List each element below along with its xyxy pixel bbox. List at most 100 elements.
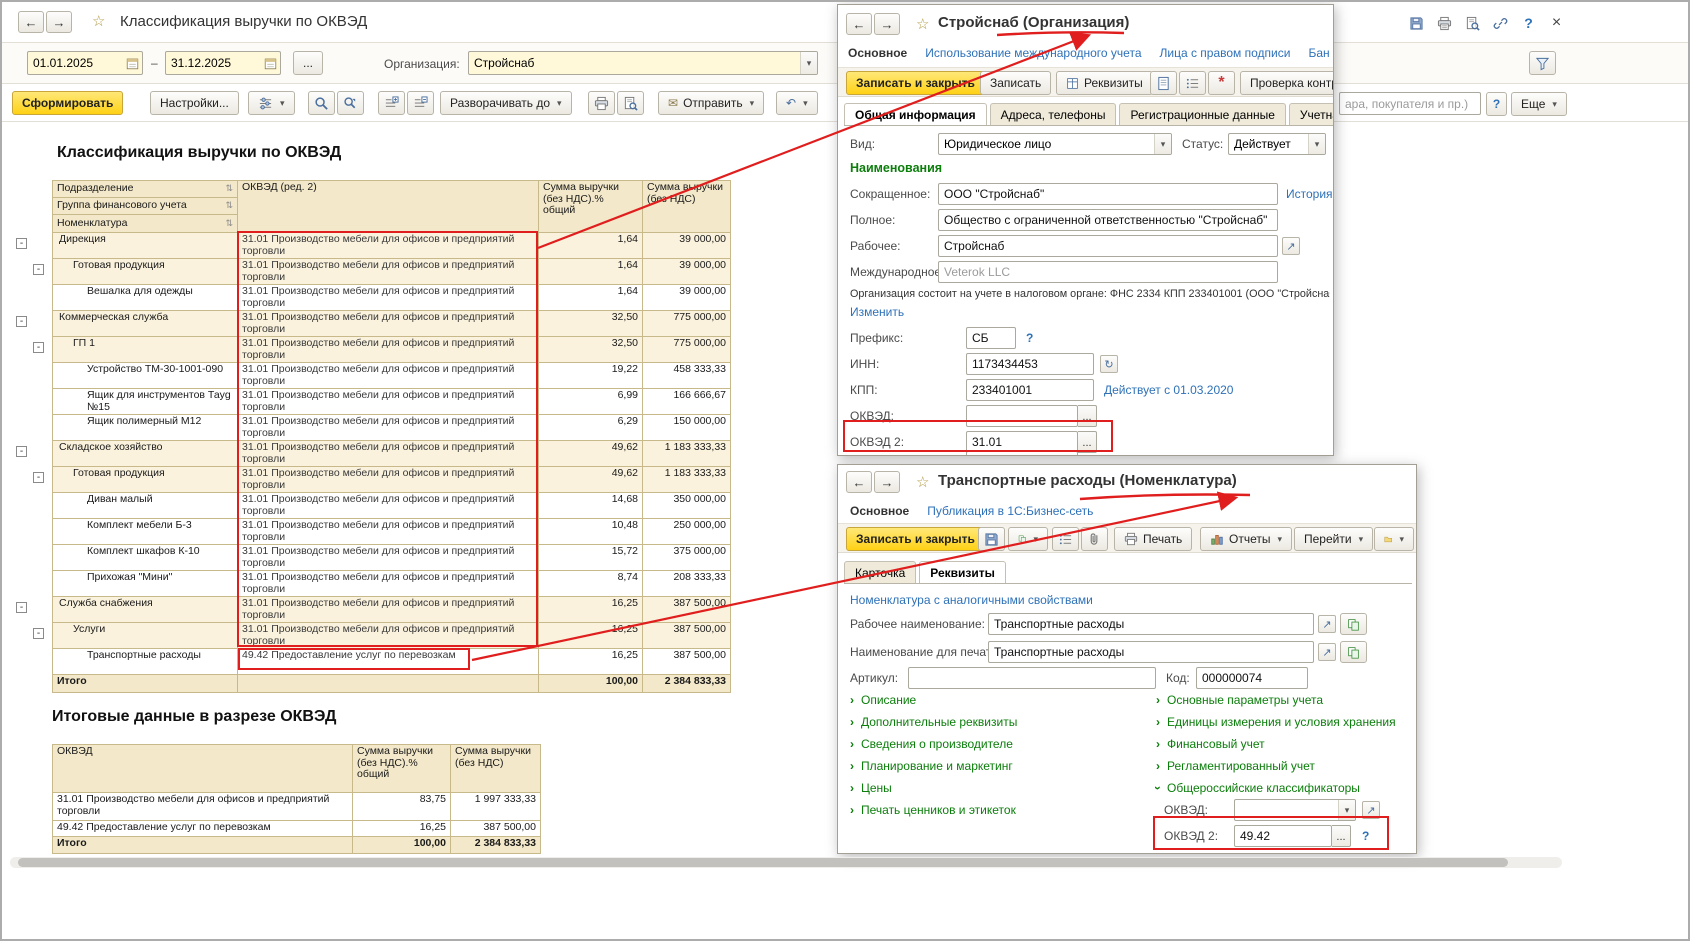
sort-icon[interactable]: ⇅ [225,218,233,230]
nom-tab-0[interactable]: Карточка [844,561,916,583]
nom-section-left-4[interactable]: ›Цены [850,777,1150,799]
org-list-button[interactable] [1179,71,1206,95]
help-button[interactable]: ? [1486,92,1507,116]
search-input[interactable]: ара, покупателя и пр.) [1339,92,1481,115]
nom-section-left-1[interactable]: ›Дополнительные реквизиты [850,711,1150,733]
group-collapse-toggle[interactable]: - [33,628,44,639]
okved2-field[interactable] [966,431,1078,453]
report-row-1[interactable]: Готовая продукция31.01 Производство мебе… [53,259,731,285]
horizontal-scrollbar[interactable] [10,857,1562,868]
org-tab-3[interactable]: Учетная политика и налоги [1289,103,1333,125]
nom-section-right-0[interactable]: ›Основные параметры учета [1156,689,1417,711]
nom-goto-button[interactable]: Перейти ▾ [1294,527,1373,551]
calendar-icon[interactable] [123,52,142,74]
print-button[interactable] [588,91,615,115]
report-row-11[interactable]: Комплект мебели Б-331.01 Производство ме… [53,519,731,545]
nom-copy-button[interactable]: ▾ [1008,527,1048,551]
print-name-field[interactable] [988,641,1314,663]
international-name-field[interactable] [938,261,1278,283]
nom-okved2-help-icon[interactable]: ? [1362,829,1369,843]
group-collapse-toggle[interactable]: - [33,342,44,353]
similar-properties-link[interactable]: Номенклатура с аналогичными свойствами [850,593,1093,607]
org-tab-0[interactable]: Общая информация [844,103,987,125]
org-requisites-button[interactable]: Реквизиты [1056,71,1153,95]
working-name-field[interactable] [938,235,1278,257]
open-record-button[interactable]: ↗ [1318,615,1336,633]
org-tab-1[interactable]: Адреса, телефоны [990,103,1117,125]
open-record-button[interactable]: ↗ [1282,237,1300,255]
report-row-3[interactable]: Коммерческая служба31.01 Производство ме… [53,311,731,337]
inn-field[interactable] [966,353,1094,375]
summary-sum-header[interactable]: Сумма выручки (без НДС) [451,745,541,793]
percent-column-header[interactable]: Сумма выручки (без НДС).% общий [539,181,643,233]
kpp-field[interactable] [966,379,1094,401]
group-collapse-toggle[interactable]: - [33,264,44,275]
summary-percent-header[interactable]: Сумма выручки (без НДС).% общий [353,745,451,793]
nom-section-right-2[interactable]: ›Финансовый учет [1156,733,1417,755]
full-name-field[interactable] [938,209,1278,231]
group-collapse-toggle[interactable]: - [16,238,27,249]
status-select[interactable]: Действует ▾ [1228,133,1326,155]
date-to-field[interactable]: 31.12.2025 [165,51,281,75]
organization-select[interactable]: Стройснаб ▾ [468,51,818,75]
nom-tab-1[interactable]: Реквизиты [919,561,1006,583]
short-name-field[interactable] [938,183,1278,205]
org-edo-button[interactable]: * [1208,71,1235,95]
group-collapse-toggle[interactable]: - [16,316,27,327]
nom-section-left-5[interactable]: ›Печать ценников и этикеток [850,799,1150,821]
nom-save-close-button[interactable]: Записать и закрыть [846,527,985,551]
summary-okved-header[interactable]: ОКВЭД [53,745,353,793]
group-column-header[interactable]: Подразделение⇅ Группа финансового учета⇅… [53,181,238,233]
expand-groups-button[interactable] [378,91,405,115]
change-link[interactable]: Изменить [850,305,904,319]
history-button[interactable]: ↶ ▾ [776,91,818,115]
scrollbar-thumb[interactable] [18,858,1508,867]
period-more-button[interactable]: ... [293,51,323,75]
window-preview-button[interactable] [1460,12,1485,34]
window-link-button[interactable] [1488,12,1513,34]
nom-back-button[interactable]: ← [846,471,872,493]
report-row-2[interactable]: Вешалка для одежды31.01 Производство меб… [53,285,731,311]
org-save-button[interactable]: Записать [980,71,1051,95]
search-button[interactable] [308,91,335,115]
report-row-9[interactable]: Готовая продукция31.01 Производство мебе… [53,467,731,493]
org-nav-item-1[interactable]: Использование международного учета [925,46,1141,60]
nom-section-left-2[interactable]: ›Сведения о производителе [850,733,1150,755]
group-collapse-toggle[interactable]: - [16,602,27,613]
report-row-5[interactable]: Устройство ТМ-30-1001-09031.01 Производс… [53,363,731,389]
history-link[interactable]: История [1286,187,1333,201]
calendar-icon[interactable] [261,52,280,74]
org-back-button[interactable]: ← [846,13,872,35]
org-tab-2[interactable]: Регистрационные данные [1119,103,1285,125]
report-total-row[interactable]: Итого100,002 384 833,33 [53,675,731,693]
kind-select[interactable]: Юридическое лицо ▾ [938,133,1172,155]
copy-working-name-button[interactable] [1340,613,1367,635]
org-file-button[interactable] [1150,71,1177,95]
nom-print-button[interactable]: Печать [1114,527,1192,551]
nom-nav-item-0[interactable]: Основное [850,504,909,518]
report-row-4[interactable]: ГП 131.01 Производство мебели для офисов… [53,337,731,363]
kpp-valid-from-link[interactable]: Действует с 01.03.2020 [1104,383,1233,397]
prefix-help-icon[interactable]: ? [1026,331,1033,345]
summary-row-1[interactable]: 49.42 Предоставление услуг по перевозкам… [53,821,541,837]
nom-okved-select[interactable]: ▾ [1234,799,1356,821]
org-forward-button[interactable]: → [874,13,900,35]
group-collapse-toggle[interactable]: - [33,472,44,483]
nom-section-right-1[interactable]: ›Единицы измерения и условия хранения [1156,711,1417,733]
sort-icon[interactable]: ⇅ [225,200,233,212]
forward-button[interactable]: → [46,11,72,33]
chevron-down-icon[interactable]: ▾ [1338,800,1355,820]
back-button[interactable]: ← [18,11,44,33]
org-nav-item-0[interactable]: Основное [848,46,907,60]
org-nav-item-3[interactable]: Банковские счета ор [1308,46,1330,60]
collapse-groups-button[interactable] [407,91,434,115]
more-button[interactable]: Еще ▾ [1511,92,1567,116]
org-nav-item-2[interactable]: Лица с правом подписи [1160,46,1291,60]
chevron-down-icon[interactable]: ▾ [1308,134,1325,154]
inn-check-button[interactable]: ↻ [1100,355,1118,373]
window-close-button[interactable]: × [1544,12,1569,34]
open-record-button[interactable]: ↗ [1362,801,1380,819]
window-save-button[interactable] [1404,12,1429,34]
search-next-button[interactable] [337,91,364,115]
sum-column-header[interactable]: Сумма выручки (без НДС) [643,181,731,233]
